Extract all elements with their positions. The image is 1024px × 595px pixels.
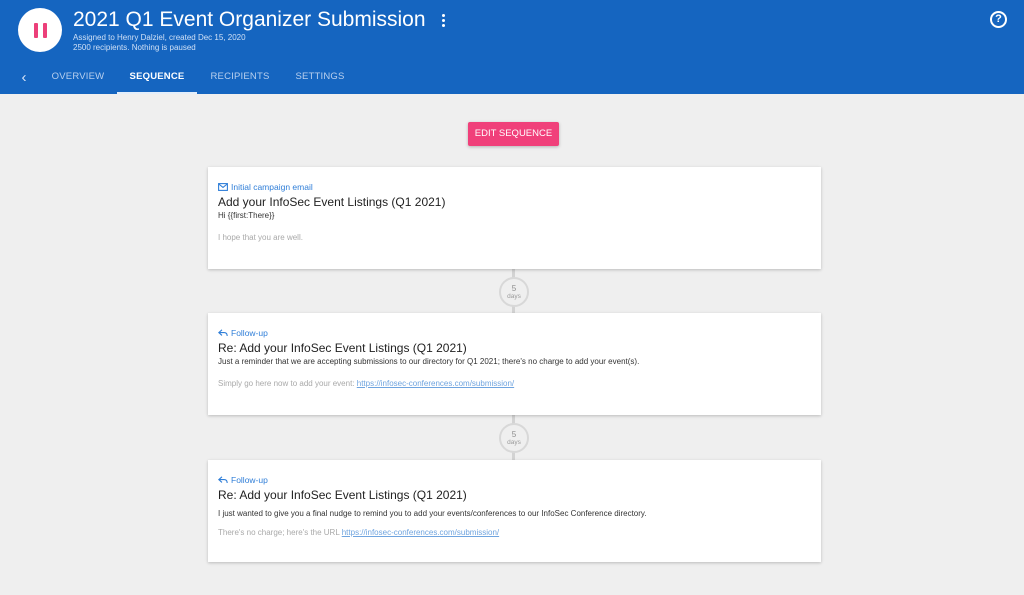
sequence-step-card[interactable]: Follow-up Re: Add your InfoSec Event Lis… (208, 460, 821, 562)
tab-sequence[interactable]: SEQUENCE (117, 62, 197, 94)
step-body-text: I hope that you are well. (218, 233, 303, 242)
step-body-preview: I hope that you are well. (218, 232, 811, 243)
step-body-text: Simply go here now to add your event: (218, 379, 357, 388)
pause-icon (33, 22, 38, 38)
step-body-line: Just a reminder that we are accepting su… (218, 357, 640, 366)
step-body-line: I just wanted to give you a final nudge … (218, 509, 647, 518)
step-type: Follow-up (218, 474, 811, 485)
delay-unit: days (507, 293, 521, 300)
step-type-label: Initial campaign email (231, 181, 313, 192)
step-body-text: There's no charge; here's the URL (218, 528, 342, 537)
submission-link[interactable]: https://infosec-conferences.com/submissi… (357, 379, 514, 388)
step-greeting: Hi {{first:There}} (218, 211, 275, 220)
step-subject: Add your InfoSec Event Listings (Q1 2021… (218, 195, 446, 209)
assigned-info: Assigned to Henry Dalziel, created Dec 1… (73, 33, 246, 42)
kebab-menu-icon[interactable] (438, 10, 450, 30)
step-body-preview: Simply go here now to add your event: ht… (218, 378, 811, 389)
chevron-left-icon[interactable]: ‹ (17, 69, 31, 87)
delay-badge: 5 days (499, 423, 529, 453)
tab-overview[interactable]: OVERVIEW (40, 62, 116, 94)
recipient-status: 2500 recipients. Nothing is paused (73, 43, 196, 52)
pause-icon-bar (42, 22, 47, 38)
reply-icon (218, 328, 228, 336)
tab-settings[interactable]: SETTINGS (284, 62, 356, 94)
step-type-label: Follow-up (231, 474, 268, 485)
submission-link[interactable]: https://infosec-conferences.com/submissi… (342, 528, 499, 537)
sequence-step-card[interactable]: Initial campaign email Add your InfoSec … (208, 167, 821, 269)
pause-campaign-button[interactable] (18, 8, 62, 52)
envelope-icon (218, 182, 228, 191)
campaign-title-block: 2021 Q1 Event Organizer Submission Assig… (73, 7, 450, 53)
step-subject: Re: Add your InfoSec Event Listings (Q1 … (218, 488, 467, 502)
step-type: Initial campaign email (218, 181, 811, 192)
sequence-step-card[interactable]: Follow-up Re: Add your InfoSec Event Lis… (208, 313, 821, 415)
tab-bar: ‹ OVERVIEW SEQUENCE RECIPIENTS SETTINGS (0, 62, 1024, 94)
app-header: 2021 Q1 Event Organizer Submission Assig… (0, 0, 1024, 94)
step-subject: Re: Add your InfoSec Event Listings (Q1 … (218, 341, 467, 355)
title-row: 2021 Q1 Event Organizer Submission (73, 7, 450, 33)
delay-value: 5 (511, 430, 517, 439)
delay-badge: 5 days (499, 277, 529, 307)
delay-unit: days (507, 439, 521, 446)
page-title: 2021 Q1 Event Organizer Submission (73, 8, 426, 31)
edit-sequence-button[interactable]: EDIT SEQUENCE (468, 122, 559, 146)
step-type-label: Follow-up (231, 327, 268, 338)
step-body-preview: There's no charge; here's the URL https:… (218, 527, 811, 538)
help-circle-icon[interactable]: ? (990, 11, 1007, 28)
reply-icon (218, 475, 228, 483)
tab-recipients[interactable]: RECIPIENTS (200, 62, 280, 94)
step-type: Follow-up (218, 327, 811, 338)
delay-value: 5 (511, 284, 517, 293)
